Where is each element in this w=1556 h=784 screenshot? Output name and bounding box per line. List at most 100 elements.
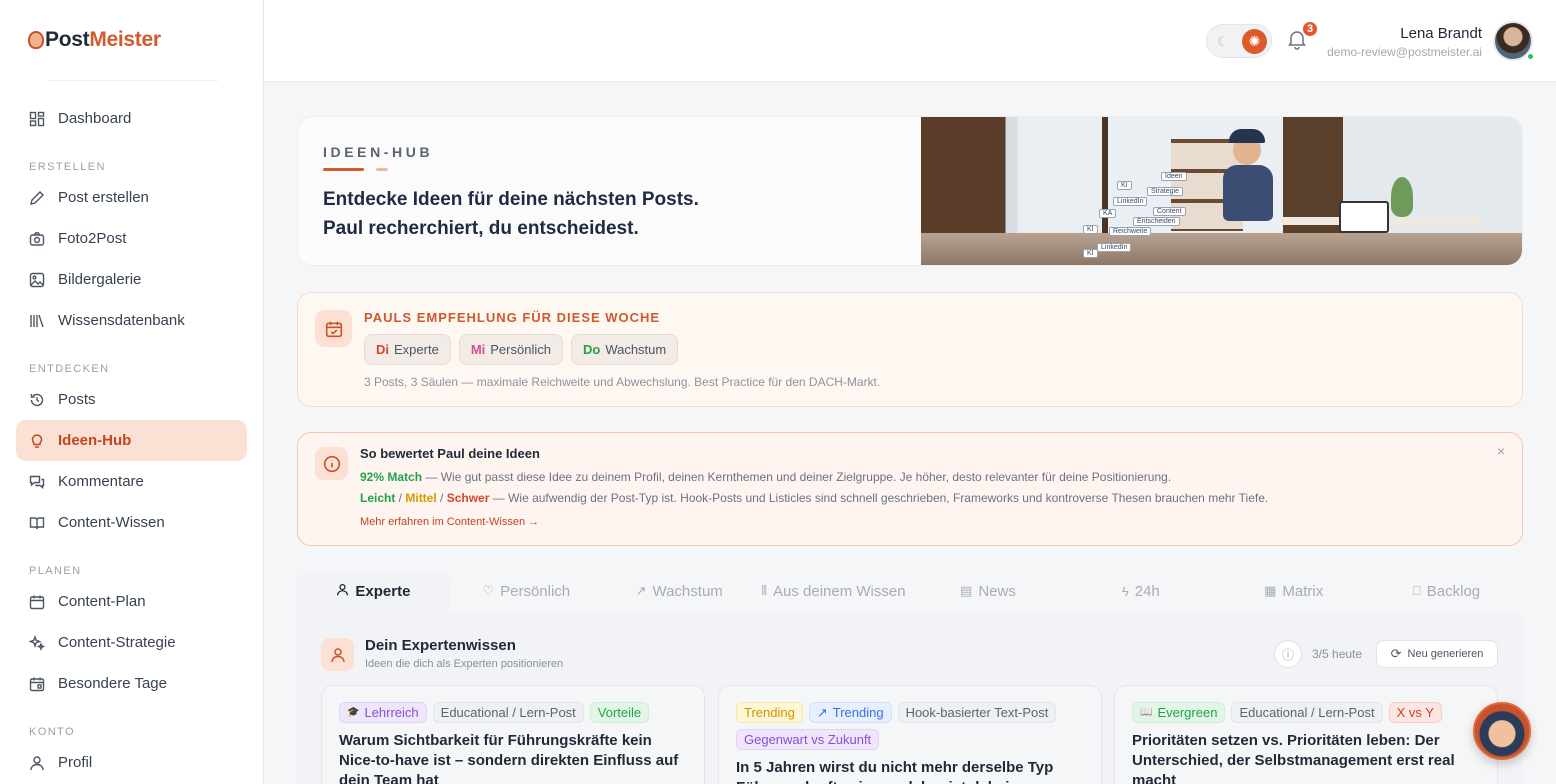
sidebar-item-profil[interactable]: Profil — [16, 742, 247, 783]
sidebar-item-label: Content-Wissen — [58, 514, 165, 531]
tab-label: Backlog — [1426, 582, 1481, 600]
badge-format: Vorteile — [589, 702, 650, 723]
close-icon[interactable]: × — [1497, 443, 1505, 459]
tab-aus-deinem-wissen[interactable]: ⫴ Aus deinem Wissen — [756, 570, 912, 612]
tab-label: Wachstum — [652, 582, 723, 600]
tab-label: Matrix — [1282, 582, 1324, 600]
top-header: ☾ ✺ 3 Lena Brandt demo-review@postmeiste… — [264, 0, 1556, 82]
effort-hard: Schwer — [446, 491, 490, 505]
hero-label: IDEEN-HUB — [323, 144, 434, 160]
badge-trending: Trending — [736, 702, 803, 723]
brand-name-part1: Post — [45, 28, 90, 51]
panel-title: Dein Expertenwissen — [365, 637, 516, 654]
sun-icon: ✺ — [1242, 29, 1267, 54]
chip-label: Persönlich — [490, 342, 551, 357]
sidebar-item-label: Content-Strategie — [58, 634, 176, 651]
brand-name-part2: Meister — [89, 28, 161, 51]
hero-headline-line2: Paul recherchiert, du entscheidest. — [323, 218, 639, 239]
calendar-event-icon — [28, 675, 46, 693]
sidebar-item-label: Post erstellen — [58, 189, 149, 206]
info-title: So bewertet Paul deine Ideen — [360, 446, 540, 461]
card-badges: 🎓 Lehrreich Educational / Lern-Post Vorte… — [339, 702, 692, 723]
section-entdecken: ENTDECKEN — [29, 363, 110, 375]
tab-wachstum[interactable]: ↗ Wachstum — [603, 570, 756, 612]
section-erstellen: ERSTELLEN — [29, 161, 106, 173]
idea-card[interactable]: 📖 Evergreen Educational / Lern-Post X vs … — [1114, 685, 1498, 784]
hero-tag: Strategie — [1147, 187, 1184, 196]
newspaper-icon: ▤ — [960, 583, 973, 598]
recommendation-title: PAULS EMPFEHLUNG FÜR DIESE WOCHE — [364, 310, 661, 325]
sidebar-item-label: Ideen-Hub — [58, 432, 132, 449]
recommendation-chips: Di Experte Mi Persönlich Do Wachstum — [364, 334, 679, 365]
card-title: In 5 Jahren wirst du nicht mehr derselbe… — [736, 759, 1054, 784]
hero-tag: KI — [1083, 225, 1098, 234]
recommendation-note: 3 Posts, 3 Säulen — maximale Reichweite … — [364, 375, 881, 389]
recommendation-chip-wednesday[interactable]: Mi Persönlich — [458, 334, 563, 365]
dashboard-icon — [28, 110, 46, 128]
info-effort-line: Leicht / Mittel / Schwer — Wie aufwendig… — [360, 491, 1268, 505]
idea-card[interactable]: Trending ↗ Trending Hook-basierter Text-P… — [718, 685, 1102, 784]
camera-icon — [28, 230, 46, 248]
regenerate-button[interactable]: ⟳ Neu generieren — [1376, 640, 1498, 668]
user-name: Lena Brandt — [1400, 25, 1482, 42]
panel-subtitle: Ideen die dich als Experten positioniere… — [365, 658, 564, 670]
tab-24h[interactable]: ϟ 24h — [1064, 570, 1217, 612]
hero-accent-line-small — [376, 168, 388, 171]
paul-face-icon — [28, 31, 44, 49]
paul-assistant-button[interactable] — [1473, 702, 1531, 760]
card-badges: Trending ↗ Trending Hook-basierter Text-P… — [736, 702, 1089, 750]
hero-headline: Entdecke Ideen für deine nächsten Posts.… — [323, 185, 699, 243]
recommendation-chip-tuesday[interactable]: Di Experte — [364, 334, 451, 365]
tab-matrix[interactable]: ▦ Matrix — [1217, 570, 1370, 612]
sidebar-item-dashboard[interactable]: Dashboard — [16, 98, 247, 139]
badge-format: Gegenwart vs Zukunft — [736, 729, 880, 750]
tab-label: 24h — [1134, 582, 1160, 600]
sidebar-item-post-erstellen[interactable]: Post erstellen — [16, 177, 247, 218]
illustration-tablet — [1339, 201, 1389, 233]
sidebar-item-wissensdatenbank[interactable]: Wissensdatenbank — [16, 300, 247, 341]
tab-experte[interactable]: Experte — [297, 570, 450, 612]
regenerate-label: Neu generieren — [1407, 648, 1484, 660]
tab-persoenlich[interactable]: ♡ Persönlich — [450, 570, 603, 612]
brand-logo[interactable]: Post Meister — [28, 28, 161, 52]
badge-text: Trending — [832, 705, 884, 720]
hero-illustration: Ideen KI Strategie LinkedIn Content KA E… — [921, 117, 1522, 265]
sidebar-item-label: Bildergalerie — [58, 271, 142, 288]
sidebar-item-bildergalerie[interactable]: Bildergalerie — [16, 259, 247, 300]
badge-evergreen: 📖 Evergreen — [1132, 702, 1226, 723]
sidebar-item-label: Kommentare — [58, 473, 144, 490]
calendar-icon — [28, 593, 46, 611]
card-badges: 📖 Evergreen Educational / Lern-Post X vs … — [1132, 702, 1485, 723]
idea-card[interactable]: 🎓 Lehrreich Educational / Lern-Post Vorte… — [321, 685, 705, 784]
user-icon — [321, 638, 354, 671]
recommendation-chip-thursday[interactable]: Do Wachstum — [570, 334, 679, 365]
sidebar-item-content-strategie[interactable]: Content-Strategie — [16, 622, 247, 663]
sidebar-item-ideen-hub[interactable]: Ideen-Hub — [16, 420, 247, 461]
daily-count: 3/5 heute — [1312, 647, 1363, 661]
sidebar-item-label: Wissensdatenbank — [58, 312, 185, 329]
tab-backlog[interactable]: ⎕ Backlog — [1370, 570, 1523, 612]
sidebar-item-label: Dashboard — [58, 110, 132, 127]
sidebar-item-besondere-tage[interactable]: Besondere Tage — [16, 663, 247, 704]
info-icon[interactable]: ⓘ — [1274, 640, 1302, 668]
sidebar-item-label: Posts — [58, 391, 96, 408]
badge-format: X vs Y — [1388, 702, 1442, 723]
badge-post-type: Hook-basierter Text-Post — [897, 702, 1057, 723]
sidebar-item-kommentare[interactable]: Kommentare — [16, 461, 247, 502]
section-konto: KONTO — [29, 726, 75, 738]
book-open-icon — [28, 514, 46, 532]
tab-label: Aus deinem Wissen — [773, 582, 906, 600]
tab-news[interactable]: ▤ News — [912, 570, 1065, 612]
theme-toggle[interactable]: ☾ ✺ — [1206, 24, 1272, 58]
rating-info-box: So bewertet Paul deine Ideen 92% Match —… — [297, 432, 1523, 546]
sidebar-item-posts[interactable]: Posts — [16, 379, 247, 420]
hero-banner: IDEEN-HUB Entdecke Ideen für deine nächs… — [297, 116, 1523, 266]
effort-separator: / — [395, 491, 406, 505]
sidebar-item-content-wissen[interactable]: Content-Wissen — [16, 502, 247, 543]
effort-separator: / — [436, 491, 447, 505]
content-wissen-link[interactable]: Mehr erfahren im Content-Wissen → — [360, 516, 539, 528]
sidebar-item-content-plan[interactable]: Content-Plan — [16, 581, 247, 622]
weekly-recommendation: PAULS EMPFEHLUNG FÜR DIESE WOCHE Di Expe… — [297, 292, 1523, 407]
notification-badge: 3 — [1301, 20, 1319, 38]
sidebar-item-foto2post[interactable]: Foto2Post — [16, 218, 247, 259]
